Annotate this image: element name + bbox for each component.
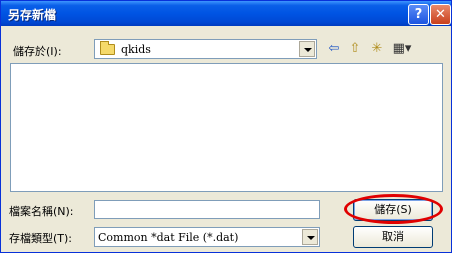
filename-label: 檔案名稱(N): bbox=[9, 205, 74, 218]
filename-input[interactable] bbox=[94, 200, 320, 219]
file-list[interactable] bbox=[10, 63, 443, 192]
cancel-button[interactable]: 取消 bbox=[353, 226, 433, 248]
close-button[interactable]: ✕ bbox=[430, 4, 451, 25]
save-in-combobox[interactable]: qkids bbox=[94, 39, 317, 59]
help-button[interactable]: ? bbox=[408, 4, 429, 25]
title-bar[interactable]: 另存新檔 ? ✕ bbox=[1, 1, 451, 26]
chevron-down-icon[interactable] bbox=[302, 229, 318, 245]
folder-icon bbox=[100, 41, 115, 55]
save-in-value: qkids bbox=[121, 43, 151, 56]
highlight-oval bbox=[344, 194, 443, 224]
filetype-label: 存檔類型(T): bbox=[9, 232, 73, 245]
filetype-value: Common *dat File (*.dat) bbox=[98, 231, 239, 244]
save-in-label: 儲存於(I): bbox=[13, 45, 62, 58]
new-folder-icon[interactable]: ✳ bbox=[369, 41, 385, 57]
dialog-title: 另存新檔 bbox=[8, 8, 57, 22]
chevron-down-icon[interactable] bbox=[299, 41, 315, 57]
filetype-combobox[interactable]: Common *dat File (*.dat) bbox=[94, 227, 320, 247]
up-folder-icon[interactable]: ⇧ bbox=[347, 41, 363, 57]
views-menu-icon[interactable]: ▦▾ bbox=[390, 41, 414, 57]
save-as-dialog: 另存新檔 ? ✕ 儲存於(I): qkids ⇦ ⇧ ✳ ▦▾ 檔案名稱(N):… bbox=[0, 0, 452, 253]
back-icon[interactable]: ⇦ bbox=[326, 41, 342, 57]
